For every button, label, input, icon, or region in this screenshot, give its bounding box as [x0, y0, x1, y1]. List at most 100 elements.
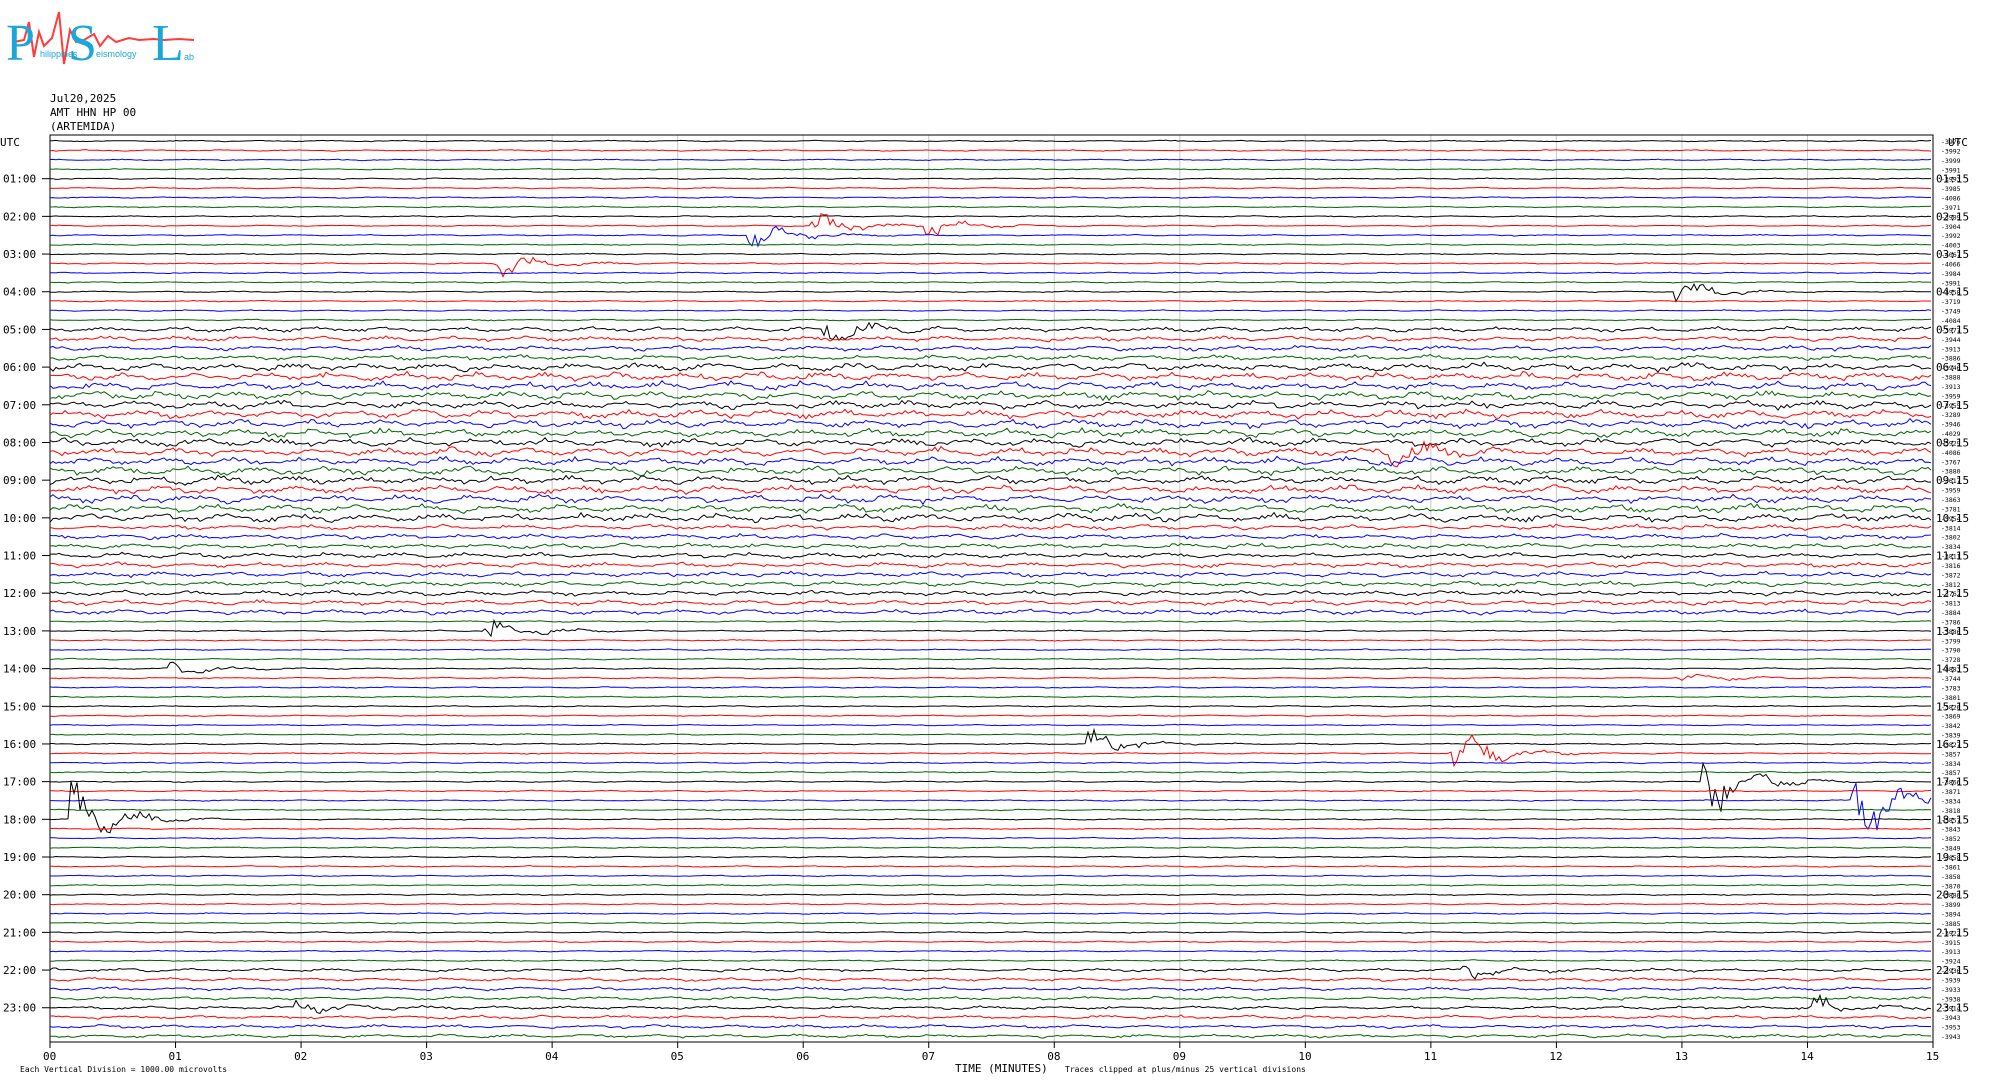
trace-value-label: -3857: [1941, 750, 1961, 758]
seismic-trace: [49, 299, 1932, 303]
trace-value-label: -3799: [1941, 637, 1961, 645]
right-hour-label: 07:15: [1936, 399, 1969, 412]
trace-value-label: -3992: [1941, 147, 1961, 155]
trace-value-label: -3985: [1941, 185, 1961, 193]
footnote-left: Each Vertical Division = 1000.00 microvo…: [20, 1065, 227, 1074]
trace-value-label: -3913: [1941, 383, 1961, 391]
seismic-trace: [49, 580, 1932, 588]
trace-value-label: -3289: [1941, 411, 1961, 419]
right-hour-label: 11:15: [1936, 550, 1969, 563]
left-hour-label: 16:00: [3, 738, 36, 751]
seismic-trace: [49, 455, 1932, 467]
seismic-trace: [49, 704, 1931, 708]
trace-value-label: -3842: [1941, 722, 1961, 730]
right-hour-label: 09:15: [1936, 474, 1969, 487]
trace-value-label: -4086: [1941, 449, 1961, 457]
seismic-trace: [49, 855, 1932, 859]
right-hour-label: 23:15: [1936, 1002, 1969, 1015]
x-tick-label: 00: [43, 1050, 56, 1063]
trace-value-label: -3894: [1941, 911, 1961, 919]
seismic-trace: [49, 523, 1932, 531]
seismic-trace: [49, 139, 1932, 143]
seismic-trace: [49, 1014, 1932, 1020]
left-hour-label: 04:00: [3, 286, 36, 299]
right-hour-label: 01:15: [1936, 173, 1969, 186]
x-tick-label: 02: [294, 1050, 307, 1063]
x-tick-label: 06: [796, 1050, 809, 1063]
trace-value-label: -3913: [1941, 345, 1961, 353]
left-hour-label: 15:00: [3, 700, 36, 713]
left-hour-label: 14:00: [3, 663, 36, 676]
seismic-trace: [49, 149, 1932, 152]
trace-value-label: -3915: [1941, 939, 1961, 947]
seismic-trace: [49, 502, 1932, 514]
seismic-trace: [49, 205, 1932, 209]
trace-value-label: -3899: [1941, 901, 1961, 909]
seismic-trace: [49, 808, 1932, 812]
trace-value-label: -3790: [1941, 647, 1961, 655]
left-hour-label: 05:00: [3, 323, 36, 336]
seismic-trace: [49, 589, 1932, 597]
trace-value-label: -3959: [1941, 487, 1961, 495]
seismic-trace: [49, 532, 1932, 541]
seismic-trace: [49, 949, 1931, 953]
seismic-trace: [49, 673, 1932, 682]
trace-value-label: -3783: [1941, 684, 1961, 692]
x-tick-label: 15: [1926, 1050, 1939, 1063]
trace-value-label: -3863: [1941, 496, 1961, 504]
seismic-trace: [49, 846, 1932, 849]
right-hour-label: 19:15: [1936, 851, 1969, 864]
seismic-trace: [49, 158, 1932, 162]
seismic-trace: [49, 959, 1932, 962]
x-tick-label: 01: [169, 1050, 182, 1063]
seismic-trace: [49, 370, 1932, 382]
trace-group: [49, 139, 1932, 1039]
seismic-trace: [49, 465, 1932, 477]
left-hour-label: 19:00: [3, 851, 36, 864]
seismic-trace: [49, 335, 1932, 343]
x-tick-label: 09: [1173, 1050, 1186, 1063]
left-hour-label: 17:00: [3, 776, 36, 789]
trace-value-label: -4086: [1941, 195, 1961, 203]
seismic-trace: [50, 177, 1931, 181]
seismic-trace: [49, 484, 1932, 495]
seismic-trace: [49, 661, 1932, 674]
seismic-trace: [49, 390, 1932, 402]
seismic-trace: [49, 511, 1932, 524]
seismic-trace: [49, 380, 1932, 392]
trace-value-label: -3843: [1941, 826, 1961, 834]
right-hour-label: 10:15: [1936, 512, 1969, 525]
trace-value-label: -3814: [1941, 524, 1961, 532]
seismic-trace: [49, 186, 1932, 190]
trace-value-label: -3884: [1941, 609, 1961, 617]
seismic-trace: [49, 986, 1932, 992]
trace-value-label: -3933: [1941, 986, 1961, 994]
right-hour-label: 04:15: [1936, 286, 1969, 299]
seismic-trace: [49, 309, 1932, 312]
right-hour-label: 15:15: [1936, 700, 1969, 713]
right-hour-label: 05:15: [1936, 323, 1969, 336]
seismic-trace: [49, 733, 1932, 736]
seismic-trace: [49, 408, 1932, 420]
trace-value-label: -3869: [1941, 713, 1961, 721]
right-hour-label: 06:15: [1936, 361, 1969, 374]
right-hour-label: 18:15: [1936, 813, 1969, 826]
right-hour-label: 16:15: [1936, 738, 1969, 751]
seismic-trace: [50, 761, 1932, 812]
trace-value-label: -3719: [1941, 298, 1961, 306]
trace-value-label: -3904: [1941, 223, 1961, 231]
trace-value-label: -3744: [1941, 675, 1961, 683]
right-hour-label: 08:15: [1936, 436, 1969, 449]
seismic-trace: [49, 686, 1931, 689]
seismic-trace: [49, 417, 1932, 430]
seismic-trace: [49, 874, 1932, 878]
x-tick-label: 12: [1549, 1050, 1562, 1063]
plot-frame: [49, 134, 1934, 1043]
x-tick-label: 08: [1047, 1050, 1060, 1063]
trace-value-label: -3939: [1941, 976, 1961, 984]
seismic-trace: [49, 995, 1932, 1001]
x-tick-label: 05: [671, 1050, 684, 1063]
seismic-trace: [49, 570, 1932, 579]
seismic-trace: [49, 827, 1932, 831]
seismic-trace: [50, 727, 1932, 751]
